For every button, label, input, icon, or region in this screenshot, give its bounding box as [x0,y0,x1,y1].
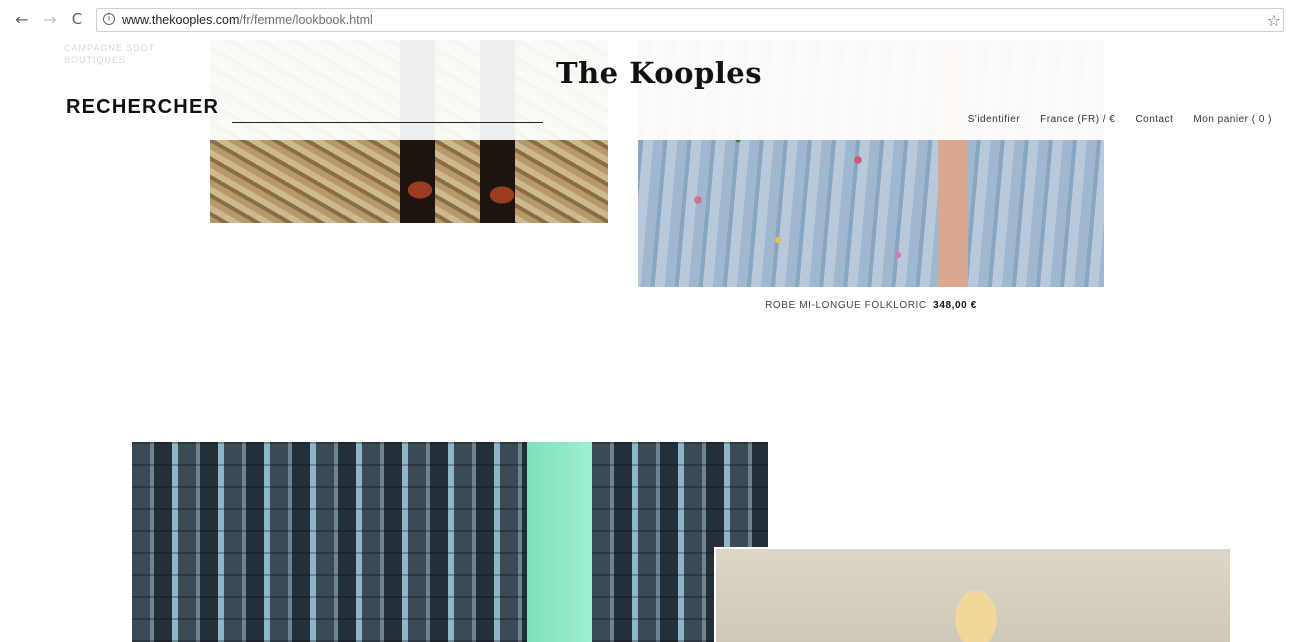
info-icon[interactable]: i [103,13,115,25]
lookbook-photo-city-night[interactable] [132,442,768,642]
address-bar[interactable]: i www.thekooples.com/fr/femme/lookbook.h… [96,8,1284,32]
ghost-menu: CAMPAGNE SDOT BOUTIQUES [64,42,155,66]
url-text[interactable]: www.thekooples.com/fr/femme/lookbook.htm… [122,13,373,27]
url-domain: www.thekooples.com [122,13,240,27]
web-page: CAMPAGNE SDOT BOUTIQUES The Kooples RECH… [0,40,1293,642]
product-name: ROBE MI-LONGUE FOLKLORIC [765,300,927,311]
site-header [0,40,1280,140]
site-logo[interactable]: The Kooples [556,56,762,90]
star-icon[interactable]: ☆ [1267,11,1281,30]
ghost-menu-item: CAMPAGNE SDOT [64,43,156,53]
browser-window: ← → C i www.thekooples.com/fr/femme/look… [0,0,1293,642]
lookbook-photo-blonde-model[interactable] [714,547,1230,642]
search-label: RECHERCHER [66,96,220,118]
search-input[interactable] [232,122,543,123]
locale-selector[interactable]: France (FR) / € [1040,114,1115,125]
login-link[interactable]: S'identifier [968,114,1020,125]
cart-link[interactable]: Mon panier ( 0 ) [1193,114,1272,125]
back-arrow-icon[interactable]: ← [12,9,32,29]
ghost-menu-item: BOUTIQUES [64,55,127,65]
product-price: 348,00 € [933,300,977,311]
product-caption[interactable]: ROBE MI-LONGUE FOLKLORIC 348,00 € [638,300,1104,311]
reload-icon[interactable]: C [67,9,87,29]
user-nav: S'identifier France (FR) / € Contact Mon… [968,114,1272,125]
browser-toolbar: ← → C i www.thekooples.com/fr/femme/look… [0,0,1293,40]
contact-link[interactable]: Contact [1135,114,1173,125]
url-path: /fr/femme/lookbook.html [239,13,373,27]
forward-arrow-icon[interactable]: → [40,9,60,29]
